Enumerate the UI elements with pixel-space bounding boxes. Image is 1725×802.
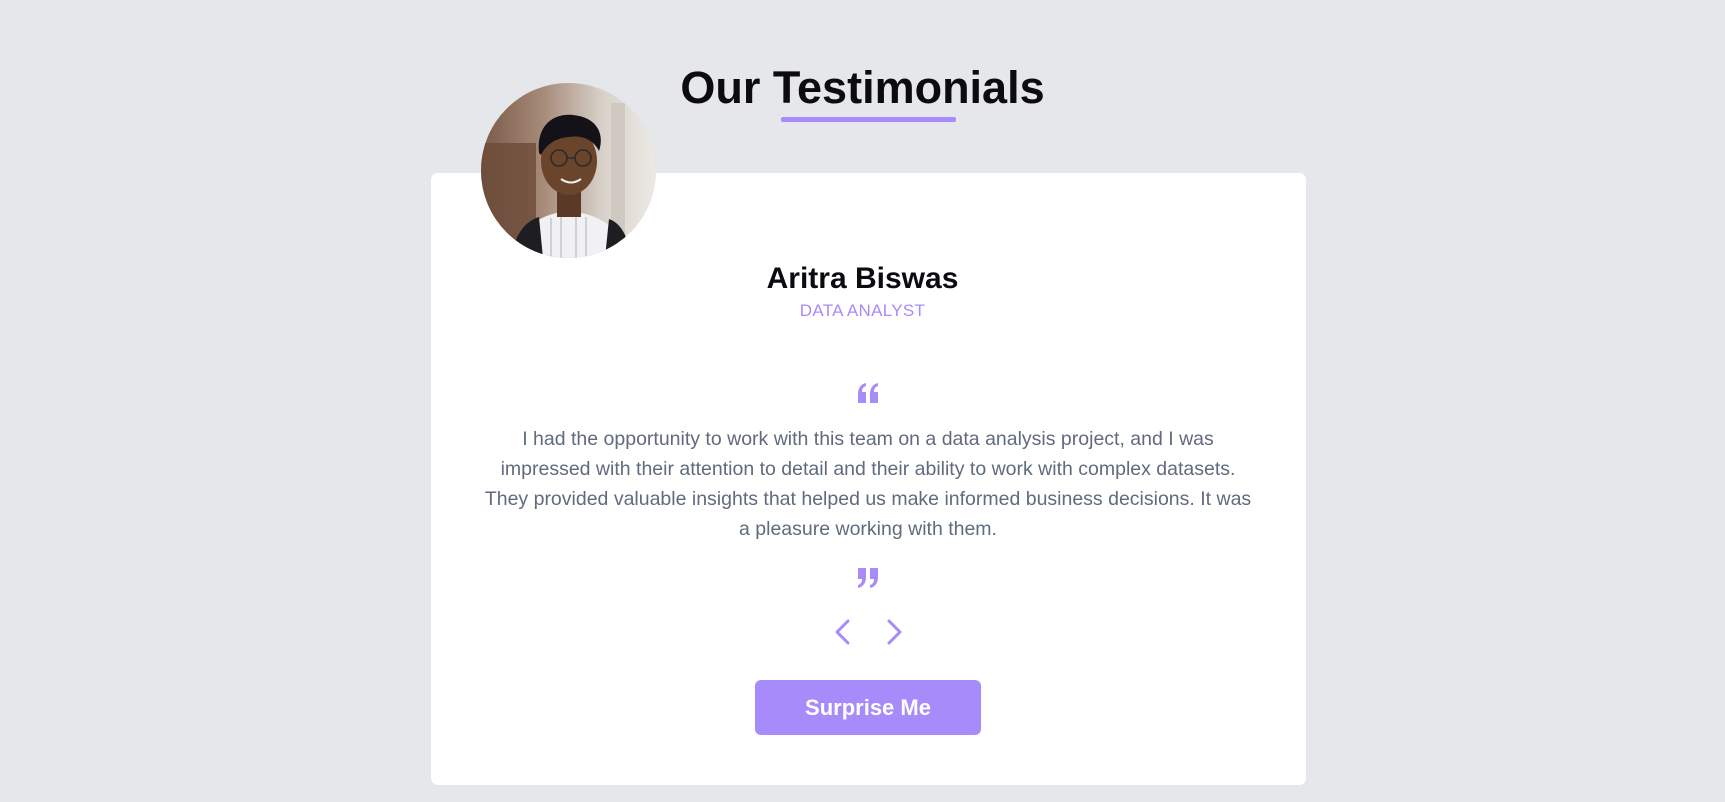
quote-close-icon <box>858 568 878 588</box>
surprise-me-button[interactable]: Surprise Me <box>755 680 981 735</box>
person-name: Aritra Biswas <box>766 262 959 295</box>
prev-button[interactable] <box>827 616 857 648</box>
chevron-left-icon <box>835 619 850 645</box>
section-header: Our Testimonials <box>0 62 1725 114</box>
chevron-right-icon <box>887 619 902 645</box>
page-title: Our Testimonials <box>680 62 1045 113</box>
avatar-photo <box>481 83 656 258</box>
title-underline <box>781 117 956 122</box>
testimonial-text: I had the opportunity to work with this … <box>484 428 1252 540</box>
next-button[interactable] <box>880 616 910 648</box>
avatar <box>481 83 656 258</box>
person-role: DATA ANALYST <box>799 301 926 320</box>
quote-open-icon <box>858 383 878 403</box>
